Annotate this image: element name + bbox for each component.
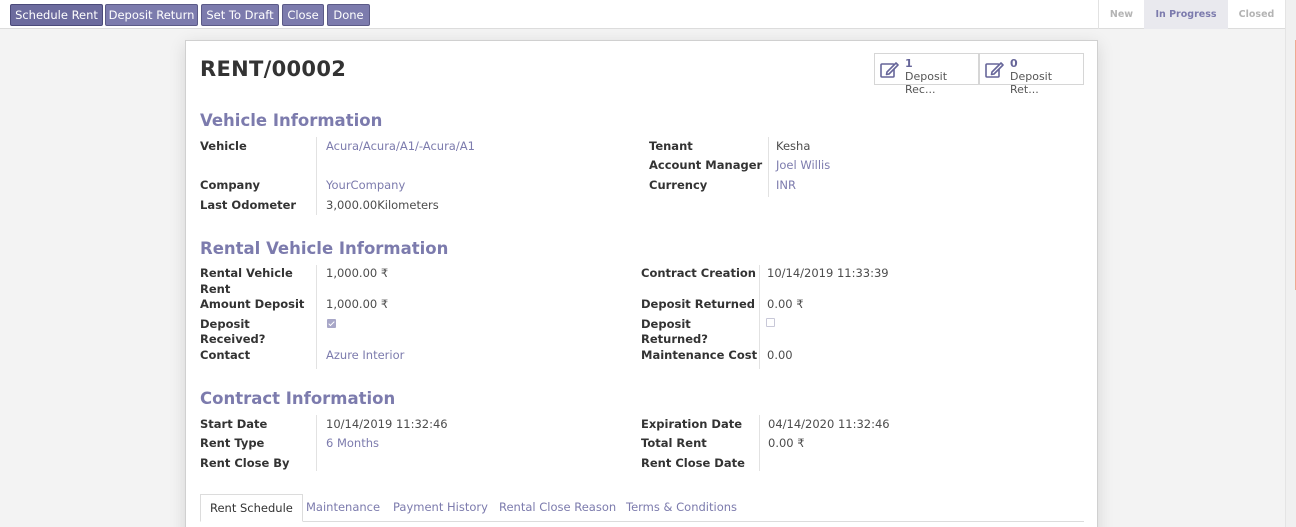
rental-vehicle-information-heading: Rental Vehicle Information xyxy=(200,239,449,258)
close-button[interactable]: Close xyxy=(282,4,324,26)
deposit-returned-label: Deposit xyxy=(641,317,691,331)
start-date-field[interactable]: 10/14/2019 11:32:46 xyxy=(326,417,448,431)
company-label: Company xyxy=(200,178,260,192)
amount-deposit-label: Amount Deposit xyxy=(200,297,305,311)
tab-terms-conditions[interactable]: Terms & Conditions xyxy=(626,494,737,522)
rental-vehicle-rent-field[interactable]: 1,000.00 ₹ xyxy=(326,266,388,280)
stage-closed[interactable]: Closed xyxy=(1228,0,1285,29)
deposit-received-smart-button[interactable]: 1 Deposit Rec... xyxy=(874,53,979,96)
vehicle-information-heading: Vehicle Information xyxy=(200,111,383,130)
vehicle-label: Vehicle xyxy=(200,139,247,153)
rental-vehicle-rent-label-cont: Rent xyxy=(200,282,231,296)
deposit-received-count: 1 xyxy=(905,57,913,70)
deposit-returned-smart-button[interactable]: 0 Deposit Ret... xyxy=(979,53,1084,96)
deposit-returned-amount-label: Deposit Returned xyxy=(641,297,755,311)
schedule-rent-button[interactable]: Schedule Rent xyxy=(10,4,103,26)
stage-in-progress[interactable]: In Progress xyxy=(1144,0,1228,29)
company-field[interactable]: YourCompany xyxy=(326,178,405,192)
edit-icon xyxy=(880,62,899,78)
field-divider xyxy=(316,137,317,215)
deposit-received-label: Deposit Rec... xyxy=(905,70,948,96)
rent-type-field[interactable]: 6 Months xyxy=(326,436,379,450)
total-rent-field[interactable]: 0.00 ₹ xyxy=(768,436,805,450)
total-rent-label: Total Rent xyxy=(641,436,707,450)
field-divider xyxy=(759,415,760,471)
account-manager-field[interactable]: Joel Willis xyxy=(776,158,830,172)
currency-label: Currency xyxy=(649,178,708,192)
tab-maintenance[interactable]: Maintenance xyxy=(306,494,380,522)
contract-creation-field[interactable]: 10/14/2019 11:33:39 xyxy=(767,266,889,280)
tab-payment-history[interactable]: Payment History xyxy=(393,494,488,522)
tenant-field[interactable]: Kesha xyxy=(776,139,810,153)
last-odometer-label: Last Odometer xyxy=(200,198,297,212)
expiration-date-label: Expiration Date xyxy=(641,417,743,431)
page-scrollbar[interactable] xyxy=(1285,0,1296,527)
field-divider xyxy=(768,137,769,197)
deposit-received-label: Deposit xyxy=(200,317,250,331)
field-divider xyxy=(759,265,760,369)
deposit-returned-count: 0 xyxy=(1010,57,1018,70)
record-title: RENT/00002 xyxy=(200,57,347,81)
field-divider xyxy=(316,265,317,369)
start-date-label: Start Date xyxy=(200,417,268,431)
deposit-returned-checkbox[interactable] xyxy=(766,318,775,327)
last-odometer-field[interactable]: 3,000.00Kilometers xyxy=(326,198,439,212)
maintenance-cost-field[interactable]: 0.00 xyxy=(767,348,793,362)
account-manager-label: Account Manager xyxy=(649,158,763,172)
tenant-label: Tenant xyxy=(649,139,693,153)
edit-icon xyxy=(985,62,1004,78)
vehicle-field[interactable]: Acura/Acura/A1/-Acura/A1 xyxy=(326,139,475,153)
done-button[interactable]: Done xyxy=(327,4,370,26)
amount-deposit-field[interactable]: 1,000.00 ₹ xyxy=(326,297,388,311)
rent-close-date-label: Rent Close Date xyxy=(641,456,745,470)
maintenance-cost-label: Maintenance Cost xyxy=(641,348,758,362)
tab-rental-close-reason[interactable]: Rental Close Reason xyxy=(499,494,616,522)
form-sheet: RENT/00002 1 Deposit Rec... 0 Deposit Re… xyxy=(185,40,1098,527)
contact-field[interactable]: Azure Interior xyxy=(326,348,404,362)
deposit-received-label-cont: Received? xyxy=(200,332,266,346)
deposit-return-button[interactable]: Deposit Return xyxy=(105,4,198,26)
stage-new[interactable]: New xyxy=(1099,0,1144,29)
field-divider xyxy=(316,415,317,471)
contact-label: Contact xyxy=(200,348,251,362)
rent-type-label: Rent Type xyxy=(200,436,265,450)
deposit-returned-label: Deposit Ret... xyxy=(1010,70,1053,96)
deposit-returned-label-cont: Returned? xyxy=(641,332,708,346)
rent-close-by-label: Rent Close By xyxy=(200,456,290,470)
status-bar: Schedule Rent Deposit Return Set To Draf… xyxy=(0,0,1285,29)
contract-creation-label: Contract Creation xyxy=(641,266,756,280)
tab-rent-schedule[interactable]: Rent Schedule xyxy=(200,494,303,522)
currency-field[interactable]: INR xyxy=(776,178,796,192)
rental-vehicle-rent-label: Rental Vehicle xyxy=(200,266,293,280)
expiration-date-field[interactable]: 04/14/2020 11:32:46 xyxy=(768,417,890,431)
deposit-returned-amount-field[interactable]: 0.00 ₹ xyxy=(767,297,804,311)
contract-information-heading: Contract Information xyxy=(200,389,396,408)
deposit-received-checkbox[interactable] xyxy=(327,319,336,328)
set-to-draft-button[interactable]: Set To Draft xyxy=(201,4,279,26)
